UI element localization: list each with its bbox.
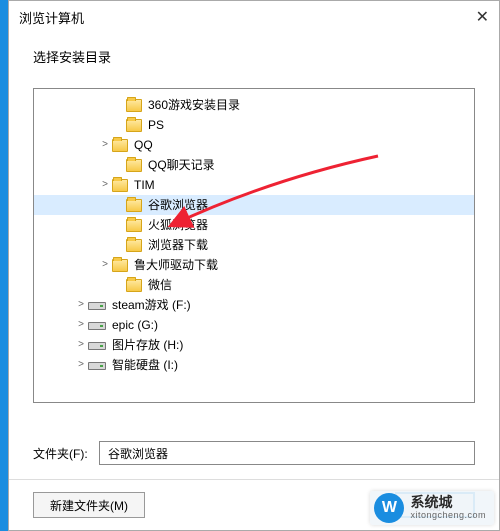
expand-icon[interactable]: > xyxy=(74,335,88,355)
drive-icon xyxy=(88,362,106,370)
tree-item-label: TIM xyxy=(134,175,155,195)
folder-input[interactable] xyxy=(99,441,475,465)
tree-item-label: 360游戏安装目录 xyxy=(148,95,240,115)
tree-item-label: QQ聊天记录 xyxy=(148,155,215,175)
tree-item-label: PS xyxy=(148,115,164,135)
close-icon[interactable]: ✕ xyxy=(449,7,489,27)
drive-icon xyxy=(88,302,106,310)
tree-item[interactable]: >浏览器下载 xyxy=(34,235,474,255)
tree-item[interactable]: > steam游戏 (F:) xyxy=(34,295,474,315)
folder-icon xyxy=(126,99,142,112)
watermark-en: xitongcheng.com xyxy=(410,511,486,521)
expand-icon[interactable]: > xyxy=(98,135,112,155)
tree-item-label: 谷歌浏览器 xyxy=(148,195,208,215)
folder-field-label: 文件夹(F): xyxy=(33,445,99,462)
tree-item-label: QQ xyxy=(134,135,153,155)
folder-tree[interactable]: >360游戏安装目录>PS>QQ>QQ聊天记录>TIM>谷歌浏览器>火狐浏览器>… xyxy=(33,88,475,403)
tree-item[interactable]: > TIM xyxy=(34,175,474,195)
tree-item[interactable]: > QQ xyxy=(34,135,474,155)
expand-icon[interactable]: > xyxy=(74,295,88,315)
tree-item-label: steam游戏 (F:) xyxy=(112,295,191,315)
left-accent-stripe xyxy=(0,0,8,531)
instruction-text: 选择安装目录 xyxy=(9,33,499,72)
folder-icon xyxy=(112,259,128,272)
expand-icon[interactable]: > xyxy=(98,255,112,275)
tree-item-label: 图片存放 (H:) xyxy=(112,335,183,355)
browse-folder-dialog: 浏览计算机 ✕ 选择安装目录 >360游戏安装目录>PS>QQ>QQ聊天记录>T… xyxy=(8,0,500,531)
folder-icon xyxy=(126,199,142,212)
tree-item-label: 智能硬盘 (I:) xyxy=(112,355,178,375)
tree-item[interactable]: >QQ聊天记录 xyxy=(34,155,474,175)
expand-icon[interactable]: > xyxy=(98,175,112,195)
new-folder-button[interactable]: 新建文件夹(M) xyxy=(33,492,145,518)
watermark-logo-icon: W xyxy=(374,493,404,523)
tree-item[interactable]: > 图片存放 (H:) xyxy=(34,335,474,355)
expand-icon[interactable]: > xyxy=(74,355,88,375)
titlebar: 浏览计算机 ✕ xyxy=(9,1,499,33)
tree-item[interactable]: >360游戏安装目录 xyxy=(34,95,474,115)
tree-item-label: 浏览器下载 xyxy=(148,235,208,255)
folder-icon xyxy=(126,119,142,132)
dialog-title: 浏览计算机 xyxy=(19,8,449,27)
watermark-cn: 系统城 xyxy=(410,495,486,510)
folder-icon xyxy=(112,139,128,152)
watermark: W 系统城 xitongcheng.com xyxy=(370,491,494,525)
folder-icon xyxy=(126,159,142,172)
drive-icon xyxy=(88,322,106,330)
tree-item[interactable]: > 鲁大师驱动下载 xyxy=(34,255,474,275)
expand-icon[interactable]: > xyxy=(74,315,88,335)
tree-item-label: epic (G:) xyxy=(112,315,158,335)
tree-item-label: 鲁大师驱动下载 xyxy=(134,255,218,275)
tree-item[interactable]: >PS xyxy=(34,115,474,135)
tree-item-label: 微信 xyxy=(148,275,172,295)
folder-icon xyxy=(126,239,142,252)
folder-icon xyxy=(112,179,128,192)
tree-item-label: 火狐浏览器 xyxy=(148,215,208,235)
tree-item[interactable]: >微信 xyxy=(34,275,474,295)
tree-item[interactable]: >火狐浏览器 xyxy=(34,215,474,235)
drive-icon xyxy=(88,342,106,350)
tree-item[interactable]: > 智能硬盘 (I:) xyxy=(34,355,474,375)
tree-item[interactable]: >谷歌浏览器 xyxy=(34,195,474,215)
tree-item[interactable]: > epic (G:) xyxy=(34,315,474,335)
folder-icon xyxy=(126,219,142,232)
folder-icon xyxy=(126,279,142,292)
